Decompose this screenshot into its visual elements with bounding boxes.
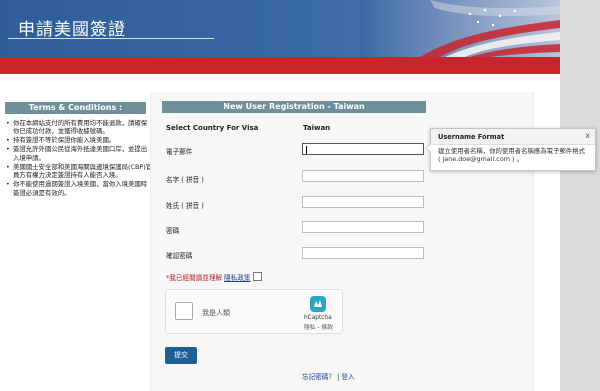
registration-header: New User Registration - Taiwan [162, 101, 426, 113]
last-name-label: 姓氏 ( 拼音 ) [166, 202, 204, 210]
flag-banner-icon [360, 0, 560, 57]
tooltip-body: 建立使用者名稱，你的使用者名稱應為電子郵件格式 ( jane.doe@gmail… [438, 147, 585, 164]
privacy-checkbox[interactable] [253, 272, 263, 281]
terms-item: 你不能使用過期簽證入境美國，當你入境美國時簽證必須是有效的。 [6, 180, 153, 197]
privacy-policy-link[interactable]: 隱私政策 [224, 274, 250, 282]
privacy-row: *我已經閱讀並理解 隱私政策 [166, 272, 263, 282]
password-label: 密碼 [166, 227, 180, 235]
country-value: Taiwan [303, 124, 331, 132]
email-field[interactable] [302, 143, 424, 155]
password-field[interactable] [302, 221, 424, 233]
submit-button[interactable]: 提交 [165, 347, 197, 364]
header-red-bar [0, 57, 560, 74]
privacy-agree-text: *我已經閱讀並理解 [166, 274, 223, 282]
country-label: Select Country For Visa [166, 124, 259, 132]
first-name-label: 名字 ( 拼音 ) [166, 176, 204, 184]
first-name-field[interactable] [302, 170, 424, 182]
terms-title: Terms & Conditions : [5, 102, 146, 114]
hcaptcha-logo-icon [310, 296, 326, 312]
captcha-checkbox[interactable] [175, 302, 193, 320]
site-header: 申請美國簽證 [0, 0, 560, 57]
confirm-password-label: 確認密碼 [166, 252, 193, 260]
title-underline [8, 38, 214, 39]
right-gutter [560, 0, 600, 391]
terms-item: 你在本網站支付的所有費用均不能退款，請確保你已成功付款，並獲得收據號碼。 [6, 119, 153, 136]
username-format-tooltip: Username Format x 建立使用者名稱，你的使用者名稱應為電子郵件格… [425, 128, 596, 171]
footer-links: 忘記密碼？ | 登入 [302, 371, 355, 381]
tooltip-header: Username Format x [431, 129, 595, 145]
terms-item: 美國國土安全部和美國海關與邊境保護局(CBP)官員方有權力決定簽證持有人能否入境… [6, 163, 153, 180]
site-title: 申請美國簽證 [18, 20, 126, 40]
last-name-field[interactable] [302, 196, 424, 208]
captcha-brand: hCaptcha [304, 315, 332, 321]
confirm-password-field[interactable] [302, 247, 424, 259]
forgot-password-link[interactable]: 忘記密碼？ [302, 373, 335, 381]
captcha-links[interactable]: 隱私 - 條款 [304, 322, 333, 331]
email-label: 電子郵件 [166, 148, 193, 156]
terms-item: 簽證允許外國公民從海外抵達美國口岸，並提出入境申請。 [6, 145, 153, 162]
captcha-label: 我是人類 [202, 309, 230, 317]
close-icon[interactable]: x [585, 131, 590, 140]
page: 申請美國簽證 Terms & Conditions : 你在本網站支付的所有費用… [0, 0, 600, 391]
text-caret [306, 146, 307, 154]
terms-list: 你在本網站支付的所有費用均不能退款，請確保你已成功付款，並獲得收據號碼。 持有簽… [5, 119, 153, 198]
hcaptcha-widget: 我是人類 hCaptcha 隱私 - 條款 [165, 289, 343, 334]
footer-separator: | [337, 373, 340, 381]
tooltip-title: Username Format [438, 133, 505, 141]
terms-item: 持有簽證不等於保證你能入境美國。 [6, 136, 153, 145]
login-link[interactable]: 登入 [341, 373, 354, 381]
